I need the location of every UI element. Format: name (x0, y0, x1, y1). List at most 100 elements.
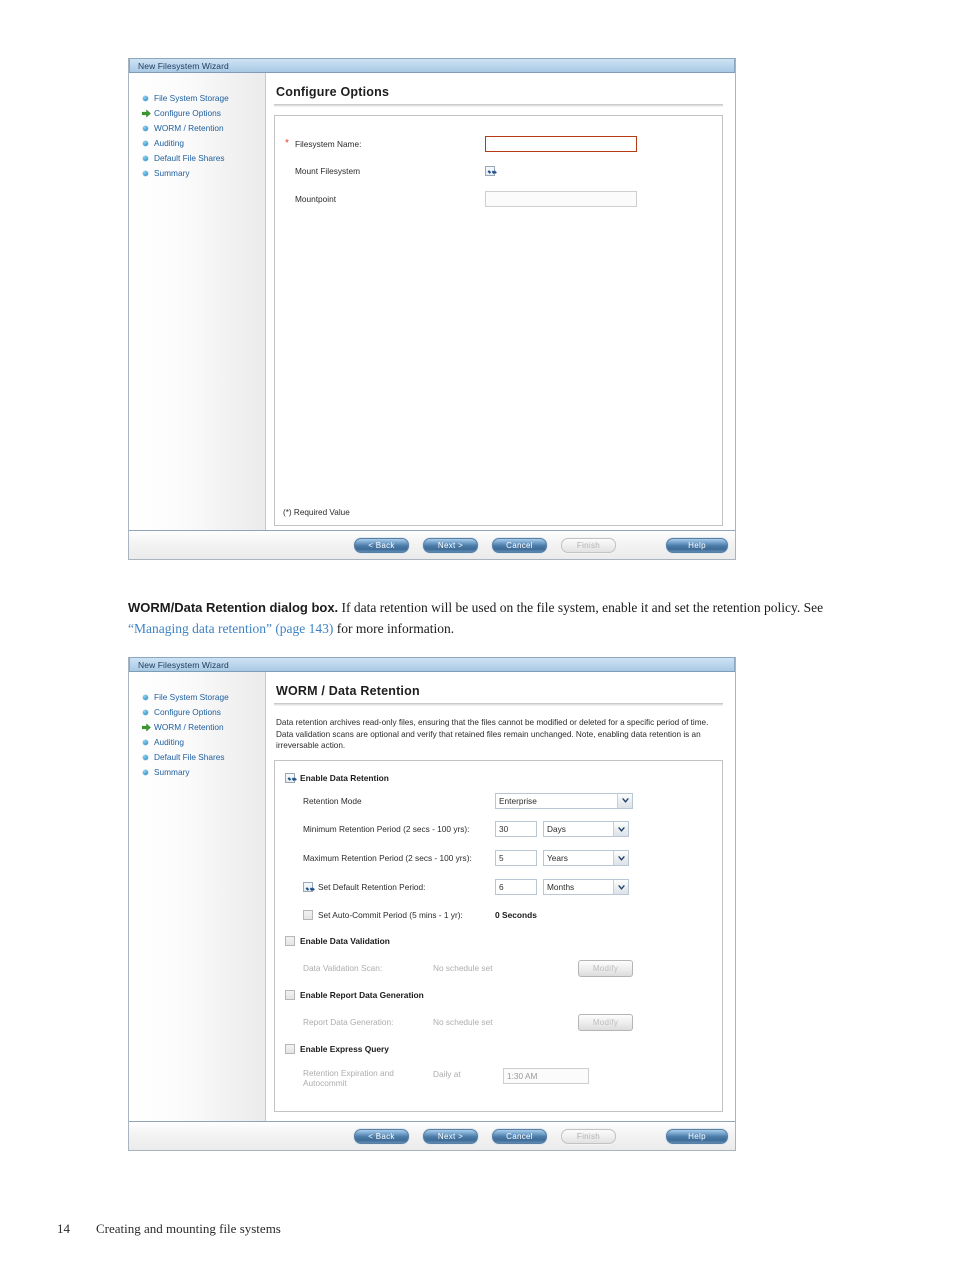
wizard-step-nav: File System Storage Configure Options WO… (129, 73, 266, 530)
wizard-body: File System Storage Configure Options WO… (129, 672, 735, 1121)
enable-report-data-generation-label: Enable Report Data Generation (300, 990, 424, 1000)
required-value-note: (*) Required Value (283, 508, 350, 517)
sidebar-item-default-file-shares[interactable]: Default File Shares (129, 151, 265, 166)
worm-description: Data retention archives read-only files,… (276, 718, 709, 750)
footer-chapter-title: Creating and mounting file systems (96, 1221, 281, 1236)
sidebar-item-configure-options[interactable]: Configure Options (129, 106, 265, 121)
report-data-generation-value: No schedule set (433, 1017, 493, 1027)
enable-report-data-generation-checkbox[interactable] (285, 990, 295, 1000)
finish-button: Finish (561, 537, 616, 553)
help-button[interactable]: Help (666, 537, 728, 553)
enable-data-retention-label: Enable Data Retention (300, 772, 389, 783)
auto-commit-period-value: 0 Seconds (495, 910, 537, 920)
data-validation-scan-value: No schedule set (433, 963, 493, 973)
maximum-retention-unit-select[interactable]: Years (543, 850, 629, 866)
bullet-icon (142, 735, 154, 750)
arrow-right-icon (142, 106, 154, 121)
enable-express-query-checkbox[interactable] (285, 1044, 295, 1054)
sidebar-item-auditing[interactable]: Auditing (129, 136, 265, 151)
back-button[interactable]: < Back (354, 1128, 409, 1144)
bullet-icon (142, 121, 154, 136)
bullet-icon (142, 750, 154, 765)
retention-mode-label: Retention Mode (303, 795, 362, 806)
mountpoint-input[interactable] (485, 191, 637, 207)
mountpoint-label: Mountpoint (295, 194, 337, 204)
arrow-right-icon (142, 720, 154, 735)
page-footer: 14 Creating and mounting file systems (57, 1221, 281, 1237)
sidebar-item-default-file-shares[interactable]: Default File Shares (129, 750, 265, 765)
minimum-retention-period-input[interactable] (495, 821, 537, 837)
bullet-icon (142, 765, 154, 780)
sidebar-item-file-system-storage[interactable]: File System Storage (129, 91, 265, 106)
chevron-down-icon[interactable] (617, 793, 632, 808)
bullet-icon (142, 705, 154, 720)
filesystem-name-input[interactable] (485, 136, 637, 152)
chevron-down-icon[interactable] (613, 851, 628, 865)
finish-button: Finish (561, 1128, 616, 1144)
set-auto-commit-period-checkbox[interactable] (303, 910, 313, 920)
bullet-icon (142, 91, 154, 106)
cancel-button[interactable]: Cancel (492, 1128, 547, 1144)
sidebar-item-summary[interactable]: Summary (129, 166, 265, 181)
chevron-down-icon[interactable] (613, 880, 628, 894)
retention-expiration-row: Retention Expiration and Autocommit Dail… (275, 1062, 722, 1094)
minimum-retention-unit-select[interactable]: Days (543, 821, 629, 837)
wizard-content-pane: WORM / Data Retention Data retention arc… (266, 672, 735, 1121)
default-retention-period-input[interactable] (495, 879, 537, 895)
back-button[interactable]: < Back (354, 537, 409, 553)
maximum-retention-period-label: Maximum Retention Period (2 secs - 100 y… (303, 853, 472, 863)
filesystem-name-row: * Filesystem Name: (275, 132, 722, 156)
chevron-down-icon[interactable] (613, 822, 628, 836)
title-divider (274, 703, 723, 706)
enable-data-validation-label: Enable Data Validation (300, 936, 390, 946)
daily-at-time-input[interactable] (503, 1067, 589, 1084)
page-title: Configure Options (276, 85, 390, 99)
page-title: WORM / Data Retention (276, 684, 420, 698)
report-data-generation-label: Report Data Generation: (303, 1017, 394, 1027)
wizard-body: File System Storage Configure Options WO… (129, 73, 735, 530)
paragraph-lead-bold: WORM/Data Retention dialog box. (128, 600, 339, 615)
set-auto-commit-period-row: Set Auto-Commit Period (5 mins - 1 yr): … (275, 902, 722, 929)
sidebar-item-worm-retention[interactable]: WORM / Retention (129, 720, 265, 735)
enable-data-retention-checkbox[interactable] (285, 772, 295, 783)
mount-filesystem-label: Mount Filesystem (295, 165, 361, 176)
next-button[interactable]: Next > (423, 1128, 478, 1144)
mount-filesystem-checkbox[interactable] (485, 165, 495, 176)
wizard-content-pane: Configure Options * Filesystem Name: Mou… (266, 73, 735, 530)
data-validation-modify-button: Modify (578, 959, 633, 977)
paragraph-text-1: If data retention will be used on the fi… (338, 600, 824, 615)
set-default-retention-period-row: Set Default Retention Period: Months (275, 873, 722, 902)
help-button[interactable]: Help (666, 1128, 728, 1144)
sidebar-item-worm-retention[interactable]: WORM / Retention (129, 121, 265, 136)
retention-expiration-label-line1: Retention Expiration and (303, 1067, 394, 1078)
cancel-button[interactable]: Cancel (492, 537, 547, 553)
retention-mode-select[interactable]: Enterprise (495, 792, 633, 809)
report-data-generation-row: Report Data Generation: No schedule set … (275, 1008, 722, 1037)
default-retention-unit-select[interactable]: Months (543, 879, 629, 895)
sidebar-item-configure-options[interactable]: Configure Options (129, 705, 265, 720)
wizard-titlebar: New Filesystem Wizard (129, 657, 735, 672)
new-filesystem-wizard-configure-options: New Filesystem Wizard File System Storag… (128, 58, 736, 560)
sidebar-item-summary[interactable]: Summary (129, 765, 265, 780)
next-button[interactable]: Next > (423, 537, 478, 553)
bullet-icon (142, 166, 154, 181)
paragraph-text-2: for more information. (333, 621, 455, 636)
set-auto-commit-period-label: Set Auto-Commit Period (5 mins - 1 yr): (318, 910, 463, 920)
daily-at-label: Daily at (433, 1068, 461, 1079)
maximum-retention-period-row: Maximum Retention Period (2 secs - 100 y… (275, 844, 722, 873)
maximum-retention-period-input[interactable] (495, 850, 537, 866)
enable-data-validation-row: Enable Data Validation (275, 929, 722, 954)
minimum-retention-period-label: Minimum Retention Period (2 secs - 100 y… (303, 824, 470, 834)
set-default-retention-period-label: Set Default Retention Period: (318, 882, 426, 892)
set-default-retention-period-checkbox[interactable] (303, 882, 313, 892)
managing-data-retention-link[interactable]: “Managing data retention” (page 143) (128, 621, 333, 636)
retention-expiration-label-line2: Autocommit (303, 1077, 347, 1088)
sidebar-item-auditing[interactable]: Auditing (129, 735, 265, 750)
sidebar-item-file-system-storage[interactable]: File System Storage (129, 690, 265, 705)
data-validation-scan-row: Data Validation Scan: No schedule set Mo… (275, 954, 722, 983)
filesystem-name-label: Filesystem Name: (295, 139, 362, 149)
enable-data-validation-checkbox[interactable] (285, 936, 295, 946)
minimum-retention-period-row: Minimum Retention Period (2 secs - 100 y… (275, 815, 722, 844)
new-filesystem-wizard-worm-retention: New Filesystem Wizard File System Storag… (128, 657, 736, 1151)
worm-retention-panel: Enable Data Retention Retention Mode Ent… (274, 759, 723, 1112)
